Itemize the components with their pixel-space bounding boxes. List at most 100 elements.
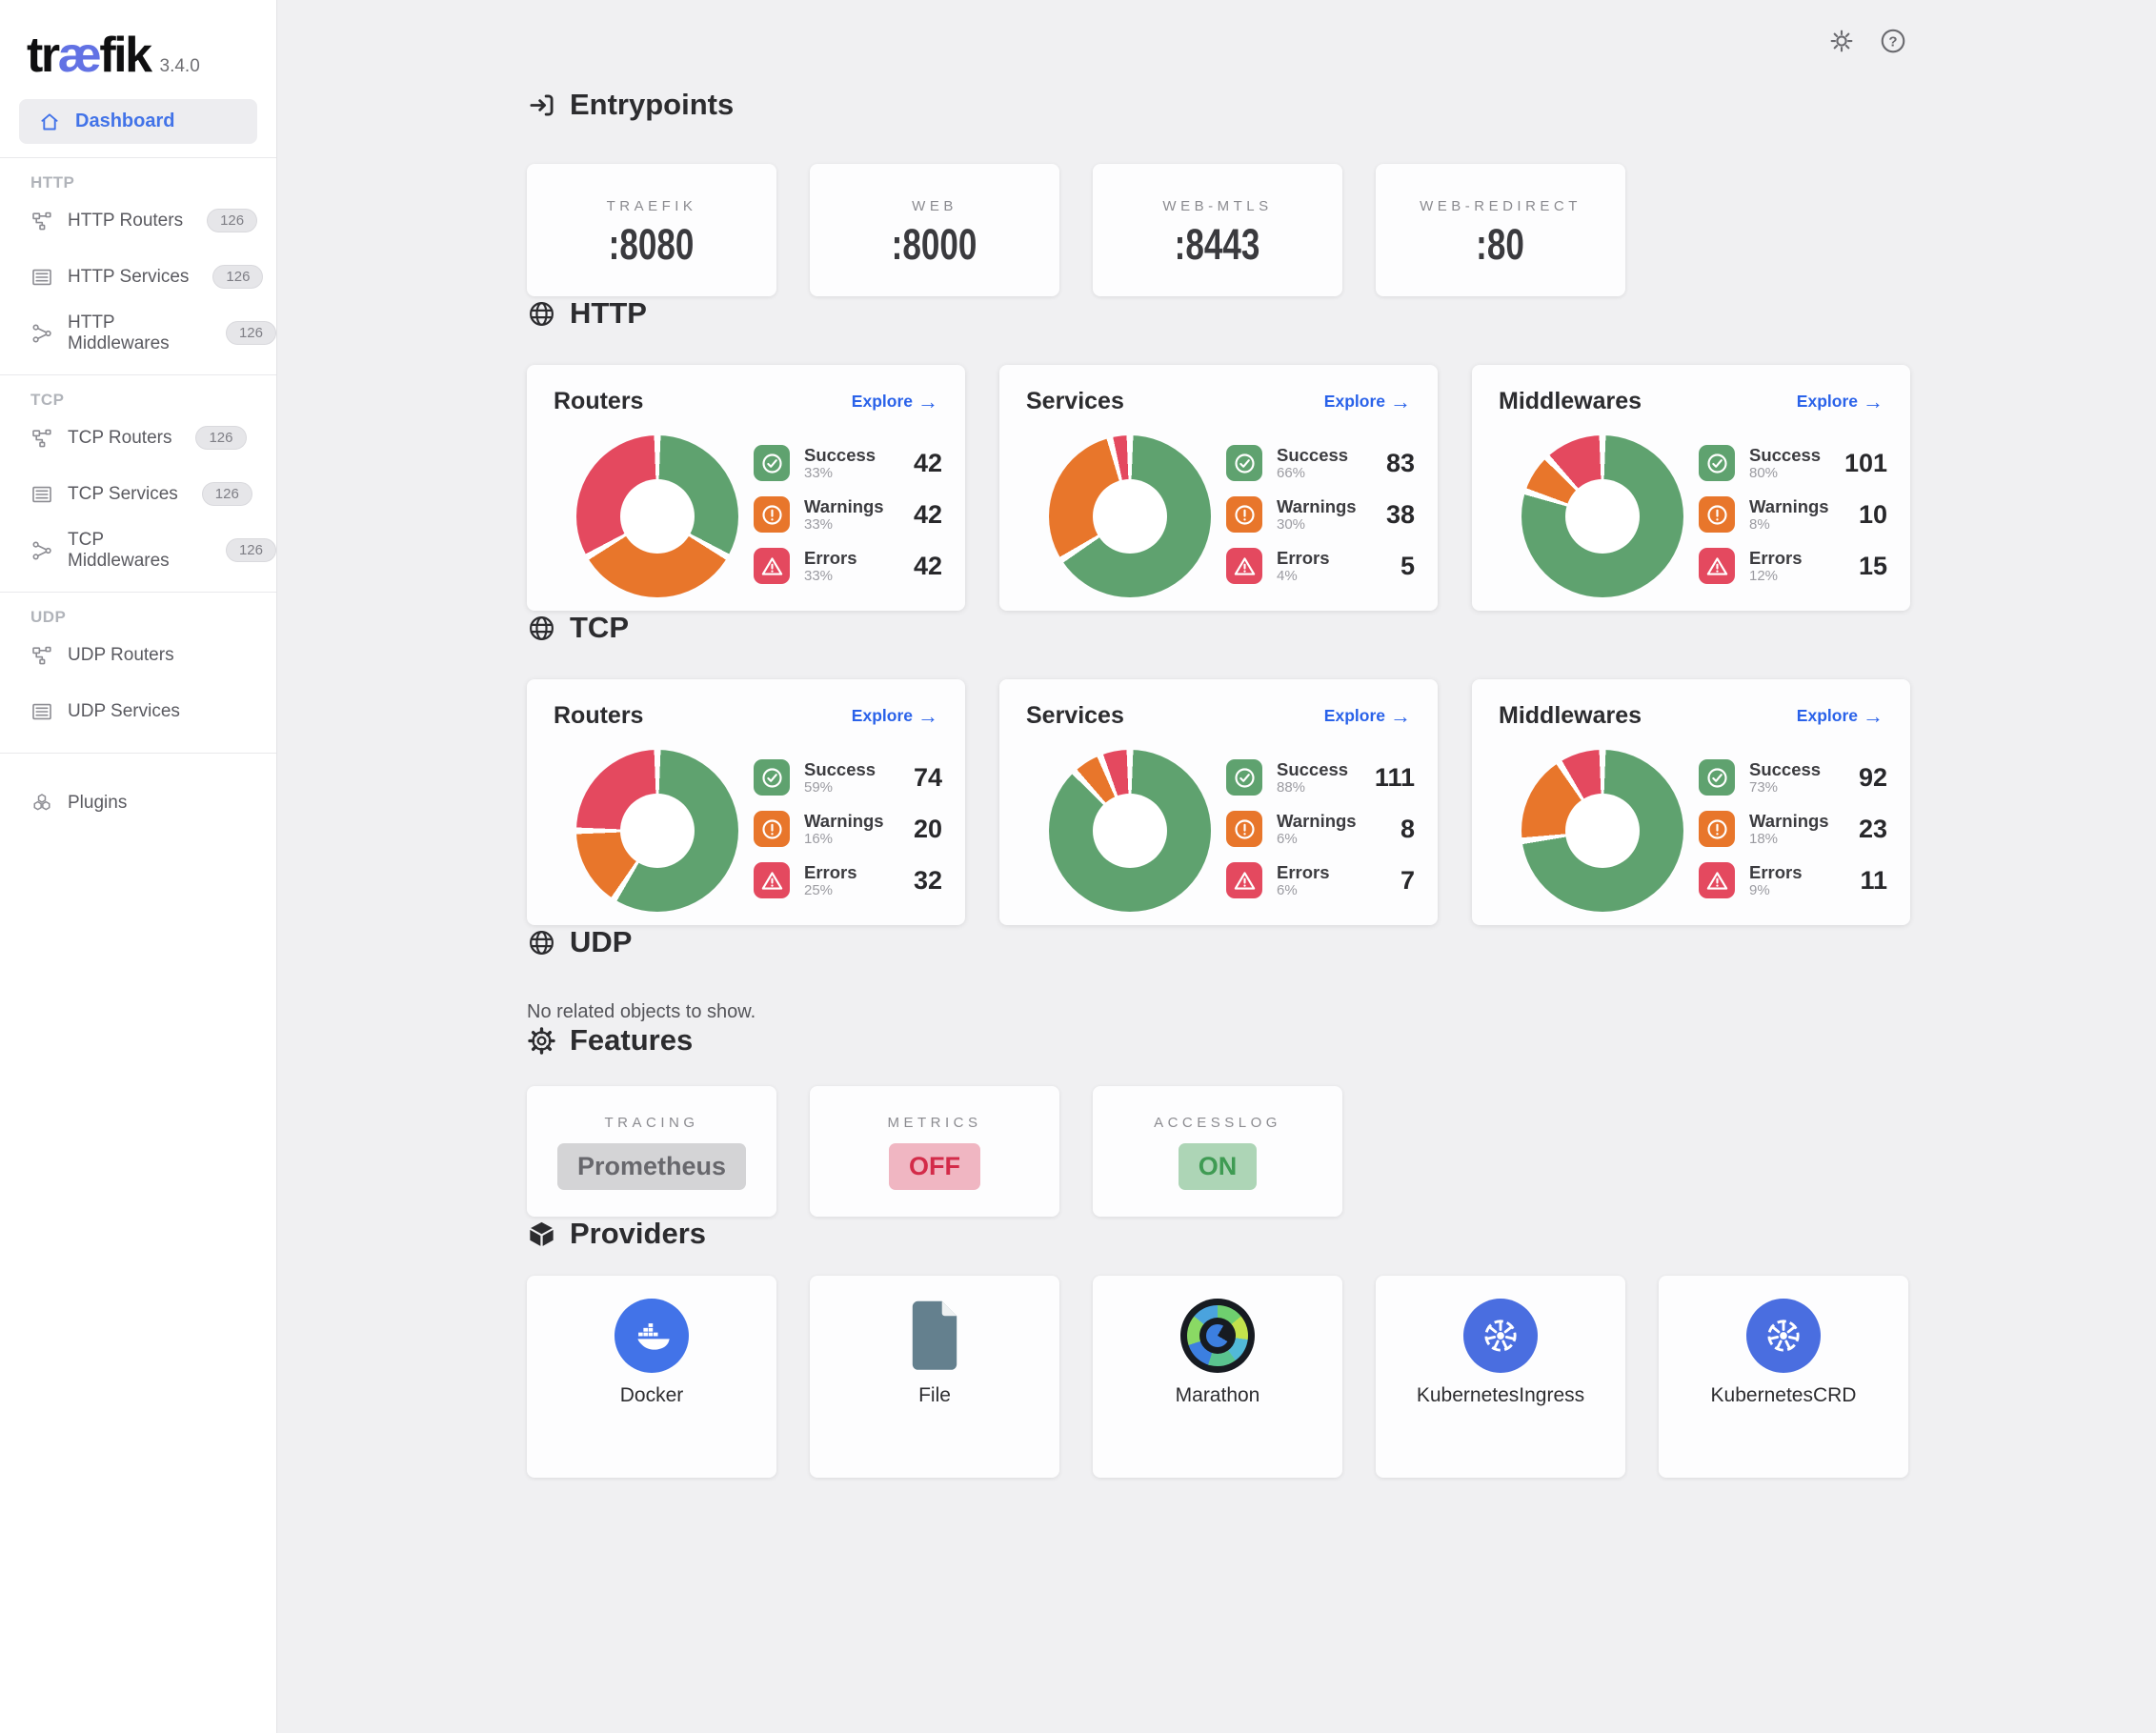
sidebar-item-label: Dashboard — [75, 111, 174, 132]
services-icon — [30, 266, 53, 289]
provider-name: KubernetesCRD — [1659, 1384, 1908, 1407]
sidebar-item-tcp-services[interactable]: TCP Services 126 — [0, 466, 276, 522]
entrypoint-port: :80 — [1376, 220, 1625, 270]
card-header: Services Explore→ — [999, 365, 1438, 415]
app-logo: træfik 3.4.0 — [0, 0, 276, 78]
card-title: Services — [1026, 388, 1124, 415]
count-badge: 126 — [207, 209, 257, 232]
legend-value: 92 — [1859, 763, 1887, 793]
sidebar-item-http-routers[interactable]: HTTP Routers 126 — [0, 192, 276, 249]
routers-icon — [30, 210, 53, 232]
warning-icon — [1226, 496, 1262, 533]
card-header: Routers Explore→ — [527, 679, 965, 730]
error-icon — [1699, 548, 1735, 584]
card-legend: Success 59% 74 Warnings 16% 20 — [754, 759, 942, 914]
kubernetes-icon — [1463, 1299, 1538, 1373]
donut-chart — [1521, 750, 1683, 912]
legend-value: 38 — [1386, 500, 1415, 530]
sidebar-item-plugins[interactable]: Plugins — [0, 775, 276, 831]
donut-chart — [576, 750, 738, 912]
legend-value: 15 — [1859, 552, 1887, 581]
legend-percent: 30% — [1277, 516, 1357, 533]
legend-value: 111 — [1375, 763, 1415, 793]
card-legend: Success 33% 42 Warnings 33% 42 — [754, 445, 942, 599]
error-icon — [1699, 862, 1735, 898]
legend-row-warnings: Warnings 6% 8 — [1226, 811, 1415, 847]
entrypoint-card-web: WEB :8000 — [810, 164, 1059, 296]
legend-value: 5 — [1400, 552, 1415, 581]
legend-row-warnings: Warnings 18% 23 — [1699, 811, 1887, 847]
explore-link[interactable]: Explore→ — [852, 392, 938, 412]
legend-percent: 9% — [1749, 882, 1803, 898]
card-legend: Success 88% 111 Warnings 6% 8 — [1226, 759, 1415, 914]
count-badge: 126 — [195, 426, 246, 450]
warning-icon — [754, 811, 790, 847]
section-title: HTTP — [570, 296, 647, 331]
legend-percent: 80% — [1749, 465, 1821, 481]
features-cards: TRACING Prometheus METRICS OFF ACCESSLOG… — [527, 1086, 2156, 1217]
legend-label: Warnings — [1277, 812, 1357, 831]
kubernetes-icon — [1746, 1299, 1821, 1373]
legend-text: Errors 4% — [1277, 549, 1330, 584]
legend-text: Errors 9% — [1749, 863, 1803, 898]
sidebar-item-udp-services[interactable]: UDP Services — [0, 683, 276, 739]
sidebar-item-http-services[interactable]: HTTP Services 126 — [0, 249, 276, 305]
legend-label: Warnings — [804, 497, 884, 516]
logo-ae: æ — [58, 28, 100, 83]
sidebar-item-label: UDP Routers — [68, 645, 174, 666]
provider-name: Docker — [527, 1384, 776, 1407]
http-middlewares-card: Middlewares Explore→ Success 80% 101 — [1472, 365, 1910, 611]
sidebar-item-label: HTTP Routers — [68, 211, 183, 232]
entrypoint-card-traefik: TRAEFIK :8080 — [527, 164, 776, 296]
section-title: Entrypoints — [570, 88, 734, 122]
card-header: Middlewares Explore→ — [1472, 365, 1910, 415]
sidebar-item-label: TCP Services — [68, 484, 178, 505]
sidebar-item-dashboard[interactable]: Dashboard — [19, 99, 257, 144]
donut-hole — [1565, 794, 1640, 868]
donut-hole — [1093, 794, 1167, 868]
legend-label: Warnings — [1749, 812, 1829, 831]
tcp-services-card: Services Explore→ Success 88% 111 — [999, 679, 1438, 925]
legend-text: Errors 25% — [804, 863, 857, 898]
explore-link[interactable]: Explore→ — [1797, 392, 1884, 412]
explore-link[interactable]: Explore→ — [1797, 706, 1884, 726]
services-icon — [30, 700, 53, 723]
legend-text: Warnings 6% — [1277, 812, 1357, 847]
legend-row-success: Success 73% 92 — [1699, 759, 1887, 796]
sidebar-item-tcp-middlewares[interactable]: TCP Middlewares 126 — [0, 522, 276, 578]
sidebar-item-tcp-routers[interactable]: TCP Routers 126 — [0, 410, 276, 466]
legend-text: Success 80% — [1749, 446, 1821, 481]
explore-link[interactable]: Explore→ — [1324, 706, 1411, 726]
donut-hole — [620, 479, 695, 554]
sidebar-item-label: TCP Middlewares — [68, 530, 202, 572]
legend-label: Errors — [804, 549, 857, 568]
provider-name: Marathon — [1093, 1384, 1342, 1407]
explore-link[interactable]: Explore→ — [1324, 392, 1411, 412]
sidebar-item-udp-routers[interactable]: UDP Routers — [0, 627, 276, 683]
donut-chart — [1521, 435, 1683, 597]
legend-text: Success 66% — [1277, 446, 1348, 481]
card-title: Services — [1026, 702, 1124, 730]
sidebar-item-http-middlewares[interactable]: HTTP Middlewares 126 — [0, 305, 276, 361]
legend-label: Errors — [804, 863, 857, 882]
warning-icon — [1699, 496, 1735, 533]
http-services-card: Services Explore→ Success 66% 83 W — [999, 365, 1438, 611]
tcp-routers-card: Routers Explore→ Success 59% 74 Wa — [527, 679, 965, 925]
legend-text: Warnings 33% — [804, 497, 884, 533]
legend-percent: 4% — [1277, 568, 1330, 584]
docker-icon — [615, 1299, 689, 1373]
legend-value: 42 — [914, 500, 942, 530]
card-header: Routers Explore→ — [527, 365, 965, 415]
http-heading: HTTP — [527, 296, 2156, 331]
entrypoint-name: WEB-MTLS — [1093, 198, 1342, 214]
legend-value: 8 — [1400, 815, 1415, 844]
card-header: Middlewares Explore→ — [1472, 679, 1910, 730]
legend-row-warnings: Warnings 8% 10 — [1699, 496, 1887, 533]
sidebar-item-label: HTTP Middlewares — [68, 312, 202, 354]
tcp-cards: Routers Explore→ Success 59% 74 Wa — [527, 679, 2156, 925]
legend-percent: 16% — [804, 831, 884, 847]
explore-link[interactable]: Explore→ — [852, 706, 938, 726]
entrypoint-port: :8080 — [527, 220, 776, 270]
legend-text: Success 88% — [1277, 760, 1348, 796]
legend-value: 23 — [1859, 815, 1887, 844]
